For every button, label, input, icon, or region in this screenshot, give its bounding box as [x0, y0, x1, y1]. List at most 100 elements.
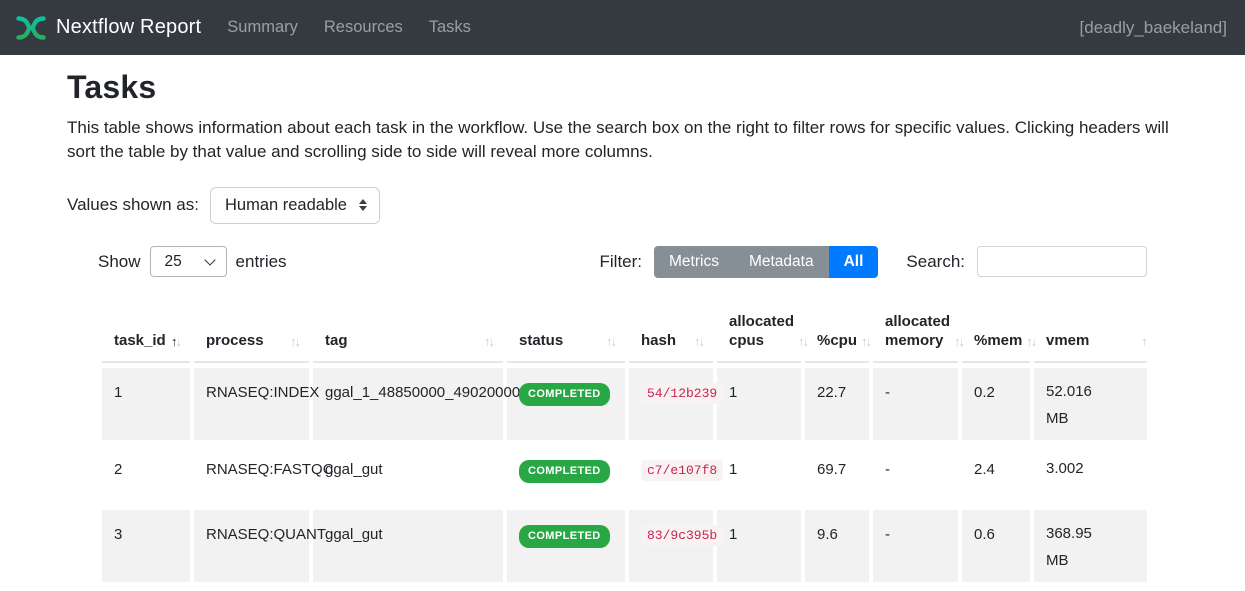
column-label: process	[206, 331, 264, 351]
search-input[interactable]	[977, 246, 1147, 277]
brand-link[interactable]: Nextflow Report	[16, 15, 201, 41]
column-label: hash	[641, 331, 676, 351]
sort-icon: ↑↓	[290, 334, 299, 351]
status-badge: COMPLETED	[519, 460, 610, 483]
cell-vmem: 52.016 MB	[1034, 368, 1147, 440]
cell-pmem: 1.4	[962, 587, 1030, 591]
search-label: Search:	[906, 252, 965, 272]
cell-hash: 54/12b239	[629, 368, 713, 440]
tasks-table-wrapper[interactable]: task_id↑↓process↑↓tag↑↓status↑↓hash↑↓all…	[98, 291, 1147, 591]
column-header-allocated_memory[interactable]: allocated memory↑↓	[873, 296, 958, 363]
column-label: allocated memory	[885, 312, 950, 351]
cell-allocated_cpus: 1	[717, 445, 801, 505]
nav-link-summary[interactable]: Summary	[227, 18, 298, 37]
vmem-value: 368.95 MB	[1046, 520, 1108, 574]
table-row: 2RNASEQ:FASTQCggal_gutCOMPLETEDc7/e107f8…	[102, 445, 1147, 505]
column-header-tag[interactable]: tag ↑↓	[313, 296, 503, 363]
sort-icon: ↑↓	[954, 334, 963, 351]
filter-button-metadata[interactable]: Metadata	[734, 246, 829, 278]
column-label: task_id	[114, 331, 166, 351]
cell-process: RNASEQ:FASTQC	[194, 445, 309, 505]
cell-allocated_memory: -	[873, 587, 958, 591]
column-header-hash[interactable]: hash ↑↓	[629, 296, 713, 363]
column-header-pmem[interactable]: %mem↑↓	[962, 296, 1030, 363]
cell-pmem: 0.6	[962, 510, 1030, 582]
status-badge: COMPLETED	[519, 525, 610, 548]
show-label: Show	[98, 252, 141, 272]
cell-tag: ggal_gut	[313, 445, 503, 505]
sort-icon: ↑↓	[171, 334, 180, 351]
column-label: tag	[325, 331, 348, 351]
run-name: [deadly_baekeland]	[1080, 18, 1227, 38]
values-shown-label: Values shown as:	[67, 195, 199, 215]
column-label: vmem	[1046, 331, 1089, 351]
nav-link-resources[interactable]: Resources	[324, 18, 403, 37]
cell-status: COMPLETED	[507, 368, 625, 440]
column-header-vmem[interactable]: vmem ↑↓	[1034, 296, 1147, 363]
filter-label: Filter:	[600, 252, 643, 272]
filter-button-group: MetricsMetadataAll	[654, 246, 878, 278]
cell-allocated_memory: -	[873, 368, 958, 440]
vmem-value: 3.002	[1046, 455, 1108, 482]
hash-code: 54/12b239	[641, 383, 723, 404]
cell-pcpu: 42.8	[805, 587, 869, 591]
table-row: 3RNASEQ:QUANTggal_gut COMPLETED 83/9c395b1…	[102, 510, 1147, 582]
column-header-status[interactable]: status ↑↓	[507, 296, 625, 363]
cell-hash: 94/c235e1	[629, 587, 713, 591]
entries-label: entries	[236, 252, 287, 272]
cell-task_id: 3	[102, 510, 190, 582]
cell-allocated_cpus: 1	[717, 368, 801, 440]
cell-tag: ggal_gut	[313, 510, 503, 582]
cell-pmem: 0.2	[962, 368, 1030, 440]
cell-vmem: 571.58 MB	[1034, 587, 1147, 591]
column-label: %mem	[974, 331, 1022, 351]
column-header-allocated_cpus[interactable]: allocated cpus↑↓	[717, 296, 801, 363]
cell-tag: -	[313, 587, 503, 591]
table-row: 1RNASEQ:INDEXggal_1_48850000_49020000COM…	[102, 368, 1147, 440]
cell-allocated_cpus: 1	[717, 510, 801, 582]
values-format-select[interactable]: Human readable	[210, 187, 380, 224]
cell-process: MULTIQC	[194, 587, 309, 591]
cell-vmem: 3.002	[1034, 445, 1147, 505]
select-updown-icon	[359, 199, 367, 211]
sort-icon: ↑↓	[606, 334, 615, 351]
table-controls: Show 25 entries Filter: MetricsMetadataA…	[98, 246, 1147, 278]
page-title: Tasks	[67, 69, 1178, 106]
cell-process: RNASEQ:QUANT	[194, 510, 309, 582]
sort-icon: ↑↓	[798, 334, 807, 351]
column-label: %cpu	[817, 331, 857, 351]
nav-links: Summary Resources Tasks	[227, 18, 1079, 37]
sort-icon: ↑↓	[484, 334, 493, 351]
cell-hash: c7/e107f8	[629, 445, 713, 505]
cell-status: COMPLETED	[507, 445, 625, 505]
column-label: status	[519, 331, 563, 351]
cell-status: COMPLETED	[507, 510, 625, 582]
sort-icon: ↑↓	[694, 334, 703, 351]
cell-status: COMPLETED	[507, 587, 625, 591]
tasks-table: task_id↑↓process↑↓tag↑↓status↑↓hash↑↓all…	[98, 291, 1147, 591]
nav-link-tasks[interactable]: Tasks	[429, 18, 471, 37]
status-badge: COMPLETED	[519, 383, 610, 406]
column-header-process[interactable]: process ↑↓	[194, 296, 309, 363]
navbar: Nextflow Report Summary Resources Tasks [d…	[0, 0, 1245, 55]
hash-code: c7/e107f8	[641, 460, 723, 481]
column-header-task_id[interactable]: task_id ↑↓	[102, 296, 190, 363]
nextflow-logo-icon	[16, 15, 46, 41]
sort-icon: ↑↓	[1141, 334, 1147, 351]
sort-icon: ↑↓	[1026, 334, 1035, 351]
cell-allocated_cpus: 1	[717, 587, 801, 591]
filter-button-all[interactable]: All	[829, 246, 879, 278]
sort-icon: ↑↓	[861, 334, 870, 351]
cell-allocated_memory: -	[873, 510, 958, 582]
cell-task_id: 1	[102, 368, 190, 440]
filter-button-metrics[interactable]: Metrics	[654, 246, 734, 278]
cell-tag: ggal_1_48850000_49020000	[313, 368, 503, 440]
cell-allocated_memory: -	[873, 445, 958, 505]
table-row: 4MULTIQC-COMPLETED94/c235e1142.8-1.4571.…	[102, 587, 1147, 591]
column-header-pcpu[interactable]: %cpu↑↓	[805, 296, 869, 363]
cell-pcpu: 9.6	[805, 510, 869, 582]
cell-pcpu: 69.7	[805, 445, 869, 505]
hash-code: 83/9c395b	[641, 525, 723, 546]
page-length-select[interactable]: 25	[150, 246, 227, 277]
chevron-down-icon	[204, 254, 215, 265]
